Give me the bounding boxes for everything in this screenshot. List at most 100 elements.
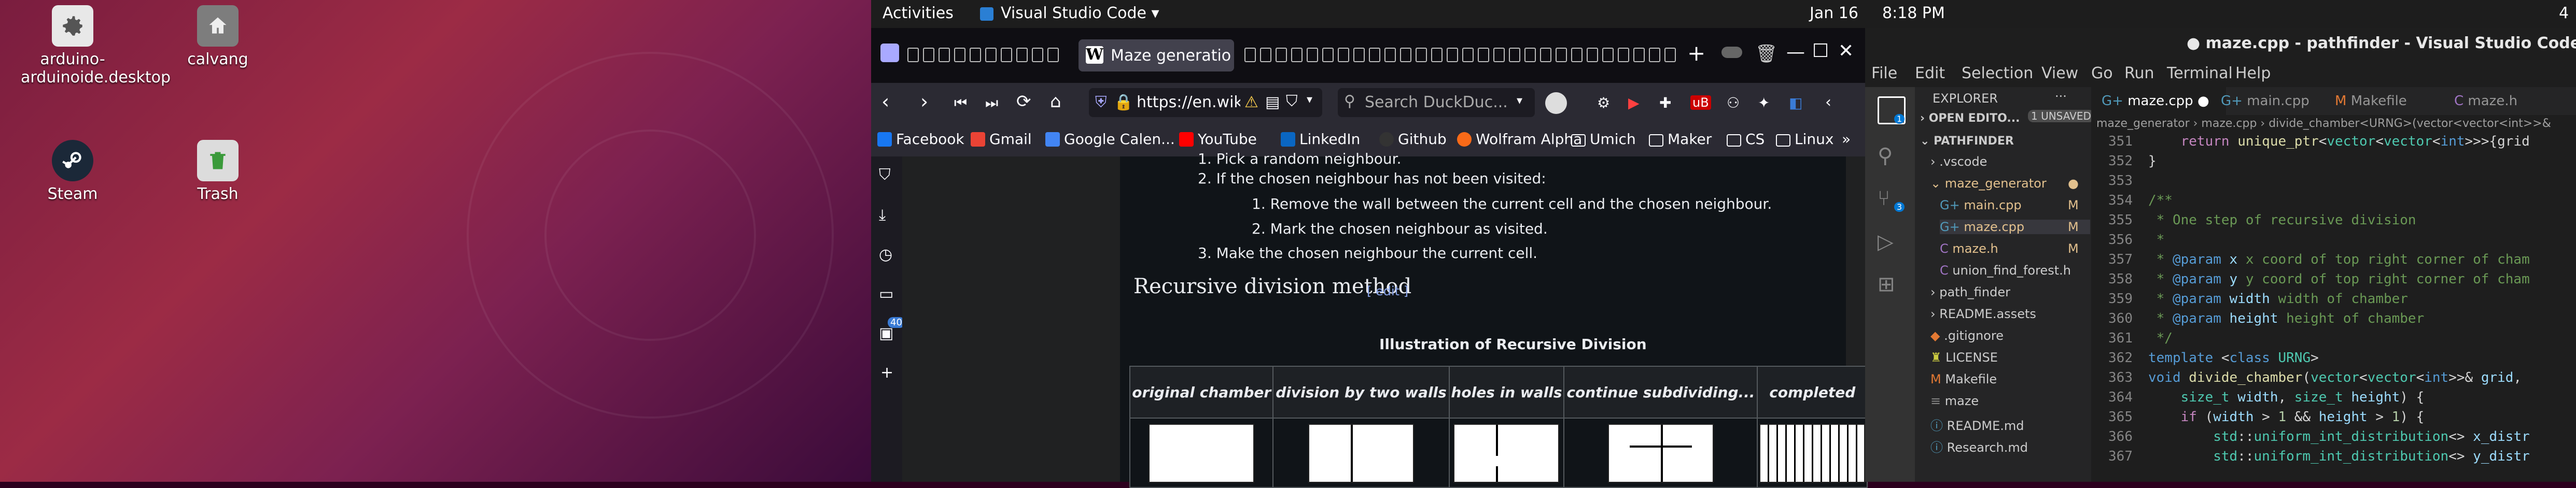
code-line[interactable]: std::uniform_int_distribution<> x_distr [2148,429,2530,444]
tree-item-vscode[interactable]: › .vscode [1930,154,1987,169]
tab-maze-cpp[interactable]: G+ maze.cpp ● [2091,87,2226,115]
code-line[interactable]: template <class URNG> [2148,350,2319,366]
code-line[interactable]: * @param height height of chamber [2148,311,2425,326]
tab-favicon[interactable] [1664,48,1676,62]
tree-item-readme[interactable]: ⓘ README.md [1930,415,2024,434]
bookmark-youtube[interactable]: YouTube [1179,131,1257,148]
menu-edit[interactable]: Edit [1915,64,1945,82]
bookmark-gmail[interactable]: Gmail [971,131,1032,148]
run-debug-icon[interactable]: ▷ [1878,230,1902,255]
desktop-icon-arduino[interactable]: arduino-arduinoide.desktop [21,5,171,87]
date-label[interactable]: Jan 16 [1810,4,1858,22]
tree-item-license[interactable]: ♜ LICENSE [1930,350,1998,365]
tab-favicon[interactable] [1633,48,1645,62]
desktop-icon-trash[interactable]: Trash [166,140,270,204]
download-icon[interactable]: ⤓ [879,206,886,224]
breadcrumb[interactable]: maze_generator › maze.cpp › divide_chamb… [2091,115,2576,133]
tab-favicon[interactable] [1276,48,1287,62]
code-line[interactable]: return unique_ptr<vector<vector<int>>>{g… [2148,134,2530,149]
forward-button[interactable]: › [920,90,928,113]
tab-favicon[interactable] [1016,48,1028,62]
code-line[interactable]: if (width > 1 && height > 1) { [2148,409,2425,425]
desktop-icon-steam[interactable]: Steam [21,140,124,204]
code-editor[interactable]: 351 return unique_ptr<vector<vector<int>… [2091,133,2576,482]
tree-item-makefile[interactable]: M Makefile [1930,372,1997,386]
bookmark-folder-linux[interactable]: Linux [1776,131,1833,148]
code-line[interactable]: size_t width, size_t height) { [2148,390,2425,405]
skip-forward-icon[interactable]: ⏭ [985,94,998,112]
tab-favicon[interactable] [923,48,934,62]
code-line[interactable]: } [2148,153,2157,169]
back-button[interactable]: ‹ [881,90,889,113]
tab-favicon[interactable] [939,48,950,62]
extension-icon[interactable]: ◧ [1789,94,1802,111]
edit-section-link[interactable]: [ edit ] [1367,284,1408,298]
tab-favicon[interactable] [1649,48,1660,62]
extension-icon[interactable]: ⚙ [1597,94,1610,111]
activities-button[interactable]: Activities [883,4,954,22]
extension-icon[interactable]: ⚇ [1727,94,1740,111]
menu-file[interactable]: File [1871,64,1897,82]
extension-icon[interactable]: ✦ [1758,94,1770,111]
extension-icon[interactable]: ✚ [1659,94,1671,111]
search-bar[interactable]: ⚲ Search DuckDuc... ▾ [1338,88,1535,117]
bookmark-folder-cs[interactable]: CS [1727,131,1765,148]
system-tray-fragment[interactable]: 4 [2559,4,2569,22]
tab-favicon[interactable] [1493,48,1505,62]
tab-favicon[interactable] [1431,48,1443,62]
tree-item-maze-generator[interactable]: ⌄ maze_generator [1930,176,2047,191]
tab-favicon[interactable] [1291,48,1303,62]
bookmarks-overflow-icon[interactable]: » [1842,131,1851,148]
tab-favicon[interactable] [1509,48,1520,62]
bookmark-google-calendar[interactable]: Google Calen... [1045,131,1175,148]
desktop-icon-calvang[interactable]: calvang [166,5,270,69]
notes-icon[interactable]: ▭ [879,285,893,303]
bookmark-icon[interactable]: ⛉ [1286,92,1298,110]
bookmark-github[interactable]: Github [1379,131,1447,148]
tree-item-maze[interactable]: ≡ maze [1930,394,1979,408]
tree-item-union-find-forest[interactable]: C union_find_forest.h [1940,263,2071,278]
code-line[interactable]: */ [2148,331,2173,346]
tab-favicon[interactable] [1244,48,1256,62]
tab-favicon[interactable] [1524,48,1536,62]
tab-favicon[interactable] [1001,48,1012,62]
tab-favicon[interactable] [954,48,965,62]
extensions-icon[interactable]: ⊞ [1878,272,1902,297]
tree-item-research[interactable]: ⓘ Research.md [1930,437,2028,455]
ublock-icon[interactable]: uB [1690,95,1711,110]
tree-item-gitignore[interactable]: ◆ .gitignore [1930,328,2004,343]
menu-help[interactable]: Help [2235,64,2271,82]
close-icon[interactable]: ✕ [1838,40,1854,62]
code-line[interactable]: std::uniform_int_distribution<> y_distr [2148,449,2530,464]
new-tab-button[interactable]: + [1687,40,1705,66]
active-tab[interactable]: W Maze generatio [1079,39,1234,71]
tree-item-main-cpp[interactable]: G+ main.cpp [1940,198,2022,212]
tab-favicon[interactable] [1618,48,1629,62]
code-line[interactable]: void divide_chamber(vector<vector<int>>&… [2148,370,2522,385]
tab-main-cpp[interactable]: G+ main.cpp [2210,87,2320,115]
tab-favicon[interactable] [1353,48,1365,62]
tab-favicon[interactable] [1478,48,1489,62]
tab-favicon[interactable] [1307,48,1318,62]
maze-image-completed[interactable] [1759,424,1866,483]
code-line[interactable]: * @param y y coord of top right corner o… [2148,271,2530,287]
tab-favicon[interactable] [1322,48,1334,62]
chevron-down-icon[interactable]: ▾ [1307,93,1312,106]
tree-item-readme-assets[interactable]: › README.assets [1930,307,2036,321]
bookmark-folder-maker[interactable]: Maker [1649,131,1712,148]
skip-back-icon[interactable]: ⏮ [954,94,967,112]
tab-favicon[interactable] [1462,48,1474,62]
bookmark-linkedin[interactable]: LinkedIn [1281,131,1360,148]
tab-favicon[interactable] [1400,48,1411,62]
tab-favicon[interactable] [1540,48,1551,62]
tab-favicon[interactable] [1369,48,1380,62]
maze-image-original[interactable] [1149,424,1255,483]
history-icon[interactable]: ◷ [879,246,892,264]
youtube-extension-icon[interactable]: ▶ [1628,94,1640,111]
bookmark-sidebar-icon[interactable]: ⛉ [879,166,891,184]
tab-makefile[interactable]: M Makefile [2325,87,2417,115]
overflow-menu-icon[interactable]: ‹ [1825,93,1831,111]
tab-favicon[interactable] [985,48,997,62]
menu-go[interactable]: Go [2091,64,2113,82]
trash-icon[interactable]: 🗑 [1755,44,1777,64]
